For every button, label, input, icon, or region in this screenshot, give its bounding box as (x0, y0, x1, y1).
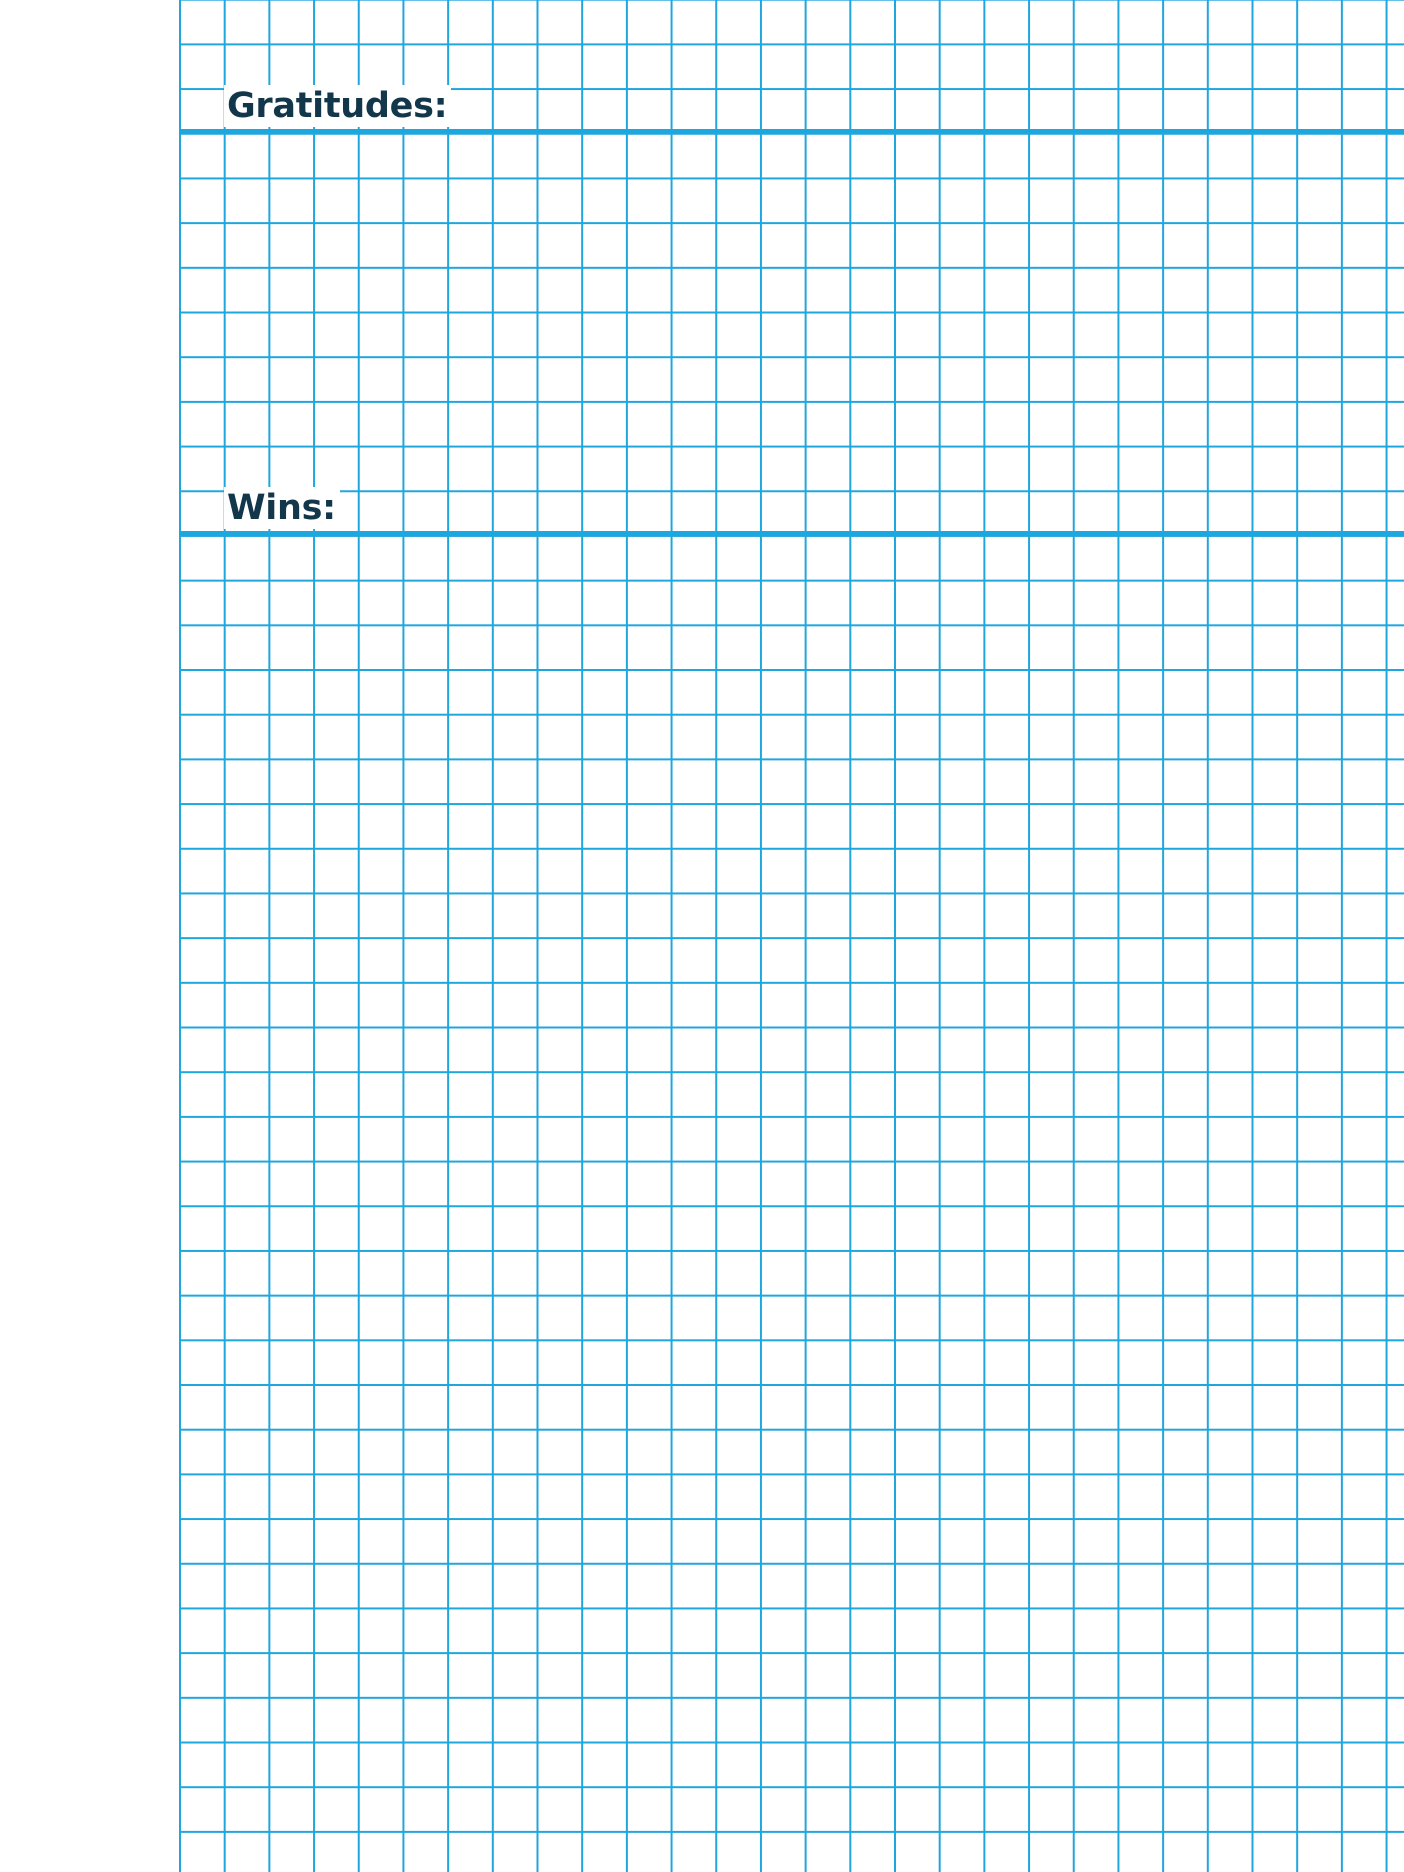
gratitudes-heading: Gratitudes: (224, 85, 452, 127)
wins-heading: Wins: (224, 487, 340, 529)
journal-page: Gratitudes: Wins: (0, 0, 1404, 1872)
wins-section-rule (179, 531, 1404, 535)
gratitudes-section-rule (179, 129, 1404, 133)
graph-paper-grid (179, 0, 1404, 1872)
